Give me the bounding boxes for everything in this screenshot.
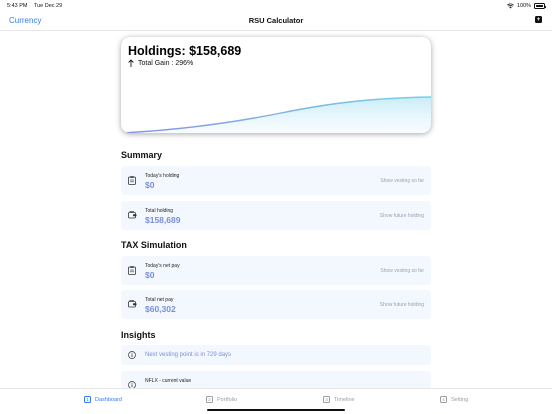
total-gain: Total Gain : 296%	[128, 59, 193, 67]
info-icon	[128, 351, 136, 359]
tab-label: Dashboard	[95, 396, 122, 403]
total-net-pay-card[interactable]: Total net pay $60,302 Show future holdin…	[121, 290, 431, 319]
tab-label: Timeline	[334, 396, 355, 403]
screen: 5:43 PM Tue Dec 29 100% Currency RSU Cal…	[0, 0, 552, 414]
status-left: 5:43 PM Tue Dec 29	[7, 3, 67, 9]
tab-number-icon: 4	[440, 396, 447, 403]
tab-timeline[interactable]: 3 Timeline	[323, 396, 355, 403]
tab-number-icon: 2	[206, 396, 213, 403]
clipboard-icon	[128, 176, 136, 185]
next-vesting-insight[interactable]: Next vesting point is in 729 days	[121, 345, 431, 365]
tab-setting[interactable]: 4 Setting	[440, 396, 468, 403]
show-vesting-link[interactable]: Show vesting so far	[380, 178, 424, 184]
nflx-current-value-insight[interactable]: NFLX - current value	[121, 371, 431, 388]
clipboard-icon	[128, 266, 136, 275]
status-bar: 5:43 PM Tue Dec 29 100%	[0, 0, 552, 11]
tab-number-icon: 3	[323, 396, 330, 403]
total-gain-label: Total Gain : 296%	[138, 59, 194, 67]
status-right: 100%	[506, 3, 546, 9]
insights-header: Insights	[121, 330, 156, 340]
card-value: $158,689	[145, 215, 181, 225]
tab-portfolio[interactable]: 2 Portfolio	[206, 396, 237, 403]
insight-text: Next vesting point is in 729 days	[145, 351, 232, 358]
page-title: RSU Calculator	[248, 16, 304, 25]
show-vesting-link[interactable]: Show vesting so far	[380, 268, 424, 274]
card-label: Total net pay	[145, 297, 174, 303]
summary-header: Summary	[121, 150, 163, 160]
tab-number-icon: 1	[84, 396, 91, 403]
card-label: Today's net pay	[145, 263, 180, 269]
dashboard-content[interactable]: Holdings: $158,689 Total Gain : 296% Sum…	[0, 31, 552, 388]
card-label: Total holding	[145, 208, 174, 214]
info-icon	[128, 381, 136, 388]
show-future-holding-link[interactable]: Show future holding	[380, 302, 424, 308]
wallet-icon	[128, 211, 137, 219]
holdings-card: Holdings: $158,689 Total Gain : 296%	[121, 37, 431, 133]
todays-net-pay-card[interactable]: Today's net pay $0 Show vesting so far	[121, 256, 431, 285]
status-time: 5:43 PM	[7, 3, 28, 9]
tab-bar: 1 Dashboard 2 Portfolio 3 Timeline 4 Set…	[0, 388, 552, 414]
holdings-title: Holdings: $158,689	[128, 44, 242, 58]
tab-label: Setting	[451, 396, 469, 403]
plus-square-icon[interactable]: +	[535, 16, 542, 23]
battery-percent: 100%	[516, 3, 531, 9]
show-future-holding-link[interactable]: Show future holding	[380, 213, 424, 219]
tab-label: Portfolio	[217, 396, 238, 403]
tab-dashboard[interactable]: 1 Dashboard	[84, 396, 122, 403]
battery-icon	[534, 3, 546, 9]
todays-holding-card[interactable]: Today's holding $0 Show vesting so far	[121, 166, 431, 195]
wallet-icon	[128, 300, 137, 308]
navigation-bar: Currency RSU Calculator +	[0, 11, 552, 31]
card-value: $0	[145, 270, 155, 280]
tax-simulation-header: TAX Simulation	[121, 240, 187, 250]
card-label: NFLX - current value	[145, 378, 192, 384]
chart-area	[121, 97, 431, 133]
card-label: Today's holding	[145, 173, 180, 179]
status-date: Tue Dec 29	[33, 3, 63, 9]
wifi-icon	[506, 3, 514, 9]
arrow-up-icon	[128, 59, 134, 67]
total-holding-card[interactable]: Total holding $158,689 Show future holdi…	[121, 201, 431, 230]
card-value: $60,302	[145, 304, 176, 314]
home-indicator[interactable]	[207, 409, 345, 412]
card-value: $0	[145, 180, 155, 190]
